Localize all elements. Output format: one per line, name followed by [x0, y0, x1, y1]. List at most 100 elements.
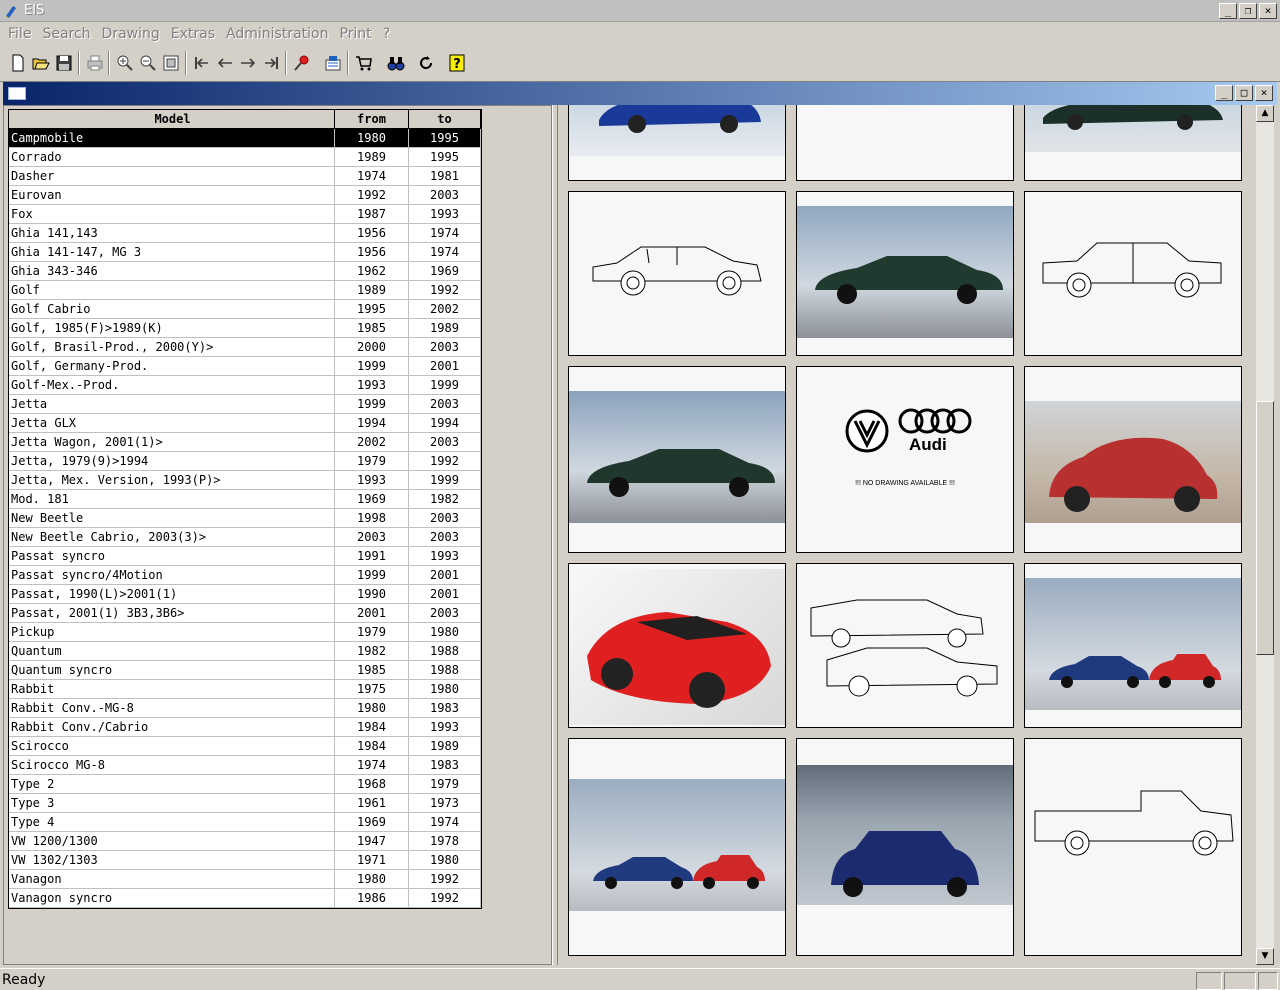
- table-row[interactable]: Dasher 1974 1981: [9, 167, 481, 186]
- table-row[interactable]: Ghia 141-147, MG 3 1956 1974: [9, 243, 481, 262]
- vehicle-drawing-thumbnail[interactable]: [1024, 191, 1242, 356]
- vehicle-thumbnail[interactable]: [796, 105, 1014, 181]
- first-record-icon[interactable]: [190, 51, 213, 74]
- no-drawing-thumbnail[interactable]: Audi !!! NO DRAWING AVAILABLE !!!: [796, 366, 1014, 553]
- table-row[interactable]: Jetta Wagon, 2001(1)> 2002 2003: [9, 433, 481, 452]
- table-row[interactable]: Eurovan 1992 2003: [9, 186, 481, 205]
- cell-from: 1974: [335, 756, 409, 774]
- zoom-out-icon[interactable]: [136, 51, 159, 74]
- last-record-icon[interactable]: [259, 51, 282, 74]
- vehicle-photo-thumbnail[interactable]: [568, 738, 786, 956]
- vehicle-photo-thumbnail[interactable]: [1024, 366, 1242, 553]
- scroll-up-arrow-icon[interactable]: ▲: [1256, 105, 1274, 122]
- cell-model: VW 1200/1300: [9, 832, 335, 850]
- cell-to: 2003: [409, 528, 481, 546]
- cell-to: 1980: [409, 680, 481, 698]
- menu-drawing[interactable]: Drawing: [101, 22, 166, 46]
- help-icon[interactable]: ?: [445, 51, 468, 74]
- vehicle-thumbnail[interactable]: [1024, 105, 1242, 181]
- shopping-cart-icon[interactable]: [352, 51, 375, 74]
- menu-administration[interactable]: Administration: [225, 22, 334, 46]
- cell-from: 1985: [335, 661, 409, 679]
- menu-help[interactable]: ?: [382, 22, 396, 46]
- table-row[interactable]: Passat syncro/4Motion 1999 2001: [9, 566, 481, 585]
- vehicle-drawing-thumbnail[interactable]: [1024, 738, 1242, 956]
- print-icon[interactable]: [83, 51, 106, 74]
- parts-catalog-icon[interactable]: [321, 51, 344, 74]
- next-record-icon[interactable]: [236, 51, 259, 74]
- binoculars-icon[interactable]: [384, 51, 407, 74]
- table-row[interactable]: Type 2 1968 1979: [9, 775, 481, 794]
- table-row[interactable]: Scirocco 1984 1989: [9, 737, 481, 756]
- vehicle-drawing-thumbnail[interactable]: [796, 563, 1014, 728]
- vehicle-photo-thumbnail[interactable]: [568, 563, 786, 728]
- vehicle-photo-thumbnail[interactable]: [1024, 563, 1242, 728]
- table-row[interactable]: Golf, 1985(F)>1989(K) 1985 1989: [9, 319, 481, 338]
- vehicle-drawing-thumbnail[interactable]: [568, 191, 786, 356]
- table-row[interactable]: Passat, 1990(L)>2001(1) 1990 2001: [9, 585, 481, 604]
- cell-to: 1992: [409, 870, 481, 888]
- table-row[interactable]: Quantum syncro 1985 1988: [9, 661, 481, 680]
- table-row[interactable]: Golf, Brasil-Prod., 2000(Y)> 2000 2003: [9, 338, 481, 357]
- column-header-to[interactable]: to: [409, 110, 481, 128]
- table-row[interactable]: Ghia 343-346 1962 1969: [9, 262, 481, 281]
- scroll-thumb[interactable]: [1256, 401, 1274, 655]
- table-row[interactable]: VW 1200/1300 1947 1978: [9, 832, 481, 851]
- table-row[interactable]: Rabbit Conv.-MG-8 1980 1983: [9, 699, 481, 718]
- table-row[interactable]: Golf 1989 1992: [9, 281, 481, 300]
- column-header-from[interactable]: from: [335, 110, 409, 128]
- scroll-down-arrow-icon[interactable]: ▼: [1256, 948, 1274, 965]
- zoom-in-icon[interactable]: [113, 51, 136, 74]
- table-row[interactable]: Rabbit Conv./Cabrio 1984 1993: [9, 718, 481, 737]
- table-row[interactable]: Golf-Mex.-Prod. 1993 1999: [9, 376, 481, 395]
- minimize-button[interactable]: _: [1219, 3, 1237, 19]
- fit-page-icon[interactable]: [159, 51, 182, 74]
- refresh-icon[interactable]: [414, 51, 437, 74]
- table-row[interactable]: Type 4 1969 1974: [9, 813, 481, 832]
- table-row[interactable]: Pickup 1979 1980: [9, 623, 481, 642]
- vehicle-photo-thumbnail[interactable]: [796, 191, 1014, 356]
- table-row[interactable]: Jetta, 1979(9)>1994 1979 1992: [9, 452, 481, 471]
- restore-button[interactable]: ❐: [1239, 3, 1257, 19]
- table-row[interactable]: Type 3 1961 1973: [9, 794, 481, 813]
- vehicle-photo-thumbnail[interactable]: [796, 738, 1014, 956]
- table-row[interactable]: Passat syncro 1991 1993: [9, 547, 481, 566]
- table-row[interactable]: Campmobile 1980 1995: [9, 129, 481, 148]
- cell-from: 1974: [335, 167, 409, 185]
- table-row[interactable]: New Beetle Cabrio, 2003(3)> 2003 2003: [9, 528, 481, 547]
- open-folder-icon[interactable]: [29, 51, 52, 74]
- table-row[interactable]: Golf Cabrio 1995 2002: [9, 300, 481, 319]
- table-row[interactable]: Rabbit 1975 1980: [9, 680, 481, 699]
- new-document-icon[interactable]: [6, 51, 29, 74]
- table-row[interactable]: Corrado 1989 1995: [9, 148, 481, 167]
- save-disk-icon[interactable]: [52, 51, 75, 74]
- menu-extras[interactable]: Extras: [170, 22, 221, 46]
- child-minimize-button[interactable]: _: [1215, 85, 1233, 101]
- table-row[interactable]: Ghia 141,143 1956 1974: [9, 224, 481, 243]
- menu-print[interactable]: Print: [338, 22, 377, 46]
- close-button[interactable]: ×: [1259, 3, 1277, 19]
- previous-record-icon[interactable]: [213, 51, 236, 74]
- locate-pin-icon[interactable]: [290, 51, 313, 74]
- table-row[interactable]: Vanagon syncro 1986 1992: [9, 889, 481, 908]
- table-row[interactable]: VW 1302/1303 1971 1980: [9, 851, 481, 870]
- table-row[interactable]: Mod. 181 1969 1982: [9, 490, 481, 509]
- table-row[interactable]: Jetta GLX 1994 1994: [9, 414, 481, 433]
- table-row[interactable]: Golf, Germany-Prod. 1999 2001: [9, 357, 481, 376]
- child-maximize-button[interactable]: □: [1235, 85, 1253, 101]
- vehicle-thumbnail[interactable]: [568, 105, 786, 181]
- table-row[interactable]: Vanagon 1980 1992: [9, 870, 481, 889]
- table-row[interactable]: Fox 1987 1993: [9, 205, 481, 224]
- menu-file[interactable]: File: [7, 22, 37, 46]
- child-close-button[interactable]: ×: [1255, 85, 1273, 101]
- menu-search[interactable]: Search: [41, 22, 96, 46]
- gallery-scrollbar[interactable]: ▲ ▼: [1256, 105, 1274, 965]
- table-row[interactable]: Jetta, Mex. Version, 1993(P)> 1993 1999: [9, 471, 481, 490]
- table-row[interactable]: Jetta 1999 2003: [9, 395, 481, 414]
- vehicle-photo-thumbnail[interactable]: [568, 366, 786, 553]
- column-header-model[interactable]: Model: [9, 110, 335, 128]
- table-row[interactable]: Passat, 2001(1) 3B3,3B6> 2001 2003: [9, 604, 481, 623]
- table-row[interactable]: Scirocco MG-8 1974 1983: [9, 756, 481, 775]
- table-row[interactable]: New Beetle 1998 2003: [9, 509, 481, 528]
- table-row[interactable]: Quantum 1982 1988: [9, 642, 481, 661]
